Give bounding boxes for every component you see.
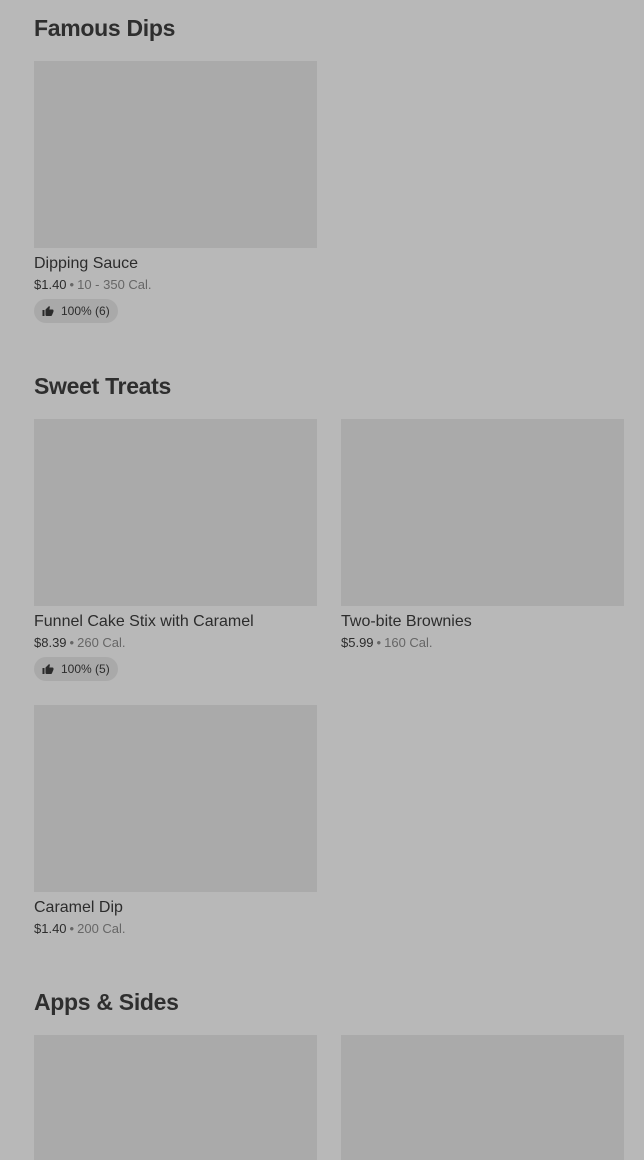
menu-item-caramel-dip[interactable]: Caramel Dip $1.40 • 200 Cal. <box>34 705 317 937</box>
item-name: Two-bite Brownies <box>341 613 472 630</box>
item-image[interactable] <box>341 1035 624 1160</box>
item-image[interactable] <box>34 61 317 248</box>
menu-item-apps-2[interactable] <box>341 1035 624 1160</box>
item-calories: 160 Cal. <box>384 635 433 650</box>
rating-badge: 100% (6) <box>34 299 118 323</box>
item-meta: $5.99 • 160 Cal. <box>341 635 624 651</box>
item-name: Caramel Dip <box>34 899 123 916</box>
menu-item-funnel-cake-stix[interactable]: Funnel Cake Stix with Caramel $8.39 • 260 … <box>34 419 317 681</box>
section-title-sweet-treats: Sweet Treats <box>34 373 172 399</box>
item-calories: 260 Cal. <box>77 635 126 650</box>
item-price: $5.99 <box>341 635 374 650</box>
menu-item-apps-1[interactable] <box>34 1035 317 1160</box>
item-price: $8.39 <box>34 635 67 650</box>
menu-item-two-bite-brownies[interactable]: Two-bite Brownies $5.99 • 160 Cal. <box>341 419 624 651</box>
item-image[interactable] <box>341 419 624 606</box>
item-calories: 10 - 350 Cal. <box>77 277 152 292</box>
thumbs-up-icon <box>42 664 54 674</box>
separator: • <box>376 635 382 650</box>
separator: • <box>69 921 75 936</box>
separator: • <box>69 635 75 650</box>
item-name: Funnel Cake Stix with Caramel <box>34 613 254 630</box>
item-meta: $1.40 • 10 - 350 Cal. <box>34 277 317 293</box>
thumbs-up-icon <box>42 306 54 316</box>
item-price: $1.40 <box>34 921 67 936</box>
item-price: $1.40 <box>34 277 67 292</box>
section-title-apps-sides: Apps & Sides <box>34 989 179 1015</box>
item-name: Dipping Sauce <box>34 255 139 272</box>
menu-item-dipping-sauce[interactable]: Dipping Sauce $1.40 • 10 - 350 Cal. 100% (… <box>34 61 317 323</box>
item-meta: $8.39 • 260 Cal. <box>34 635 317 651</box>
section-title-famous-dips: Famous Dips <box>34 15 176 41</box>
separator: • <box>69 277 75 292</box>
rating-text: 100% (5) <box>61 662 110 676</box>
rating-text: 100% (6) <box>61 304 110 318</box>
item-calories: 200 Cal. <box>77 921 126 936</box>
item-meta: $1.40 • 200 Cal. <box>34 921 317 937</box>
rating-badge: 100% (5) <box>34 657 118 681</box>
item-image[interactable] <box>34 1035 317 1160</box>
item-image[interactable] <box>34 705 317 892</box>
item-image[interactable] <box>34 419 317 606</box>
